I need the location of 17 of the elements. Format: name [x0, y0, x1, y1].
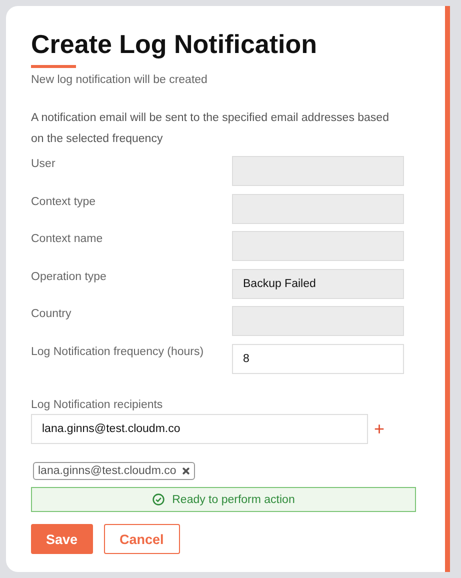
add-button[interactable]: +	[374, 420, 385, 438]
field-label: Country	[31, 307, 72, 320]
check-circle-icon	[152, 493, 166, 506]
field-label: Log Notification recipients	[31, 399, 164, 411]
description-text: A notification email will be sent to the specified email addresses based on the selected frequency	[31, 111, 390, 147]
field-label: Operation type	[31, 270, 106, 282]
field-label: User	[31, 157, 56, 170]
input-field[interactable]: lana.ginns@test.cloudm.co	[31, 414, 368, 444]
field-label: Context type	[31, 194, 96, 208]
status-text: Ready to perform action	[172, 494, 295, 506]
field-label: Context name	[31, 232, 103, 245]
dialog-title: Create Log Notification	[31, 28, 318, 60]
remove-icon[interactable]	[182, 467, 190, 475]
input-field[interactable]: 8	[232, 344, 404, 374]
chip-text: lana.ginns@test.cloudm.co	[38, 465, 176, 477]
dialog-subtitle: New log notification will be created	[31, 74, 208, 86]
field-label: Log Notification frequency (hours)	[31, 344, 204, 358]
